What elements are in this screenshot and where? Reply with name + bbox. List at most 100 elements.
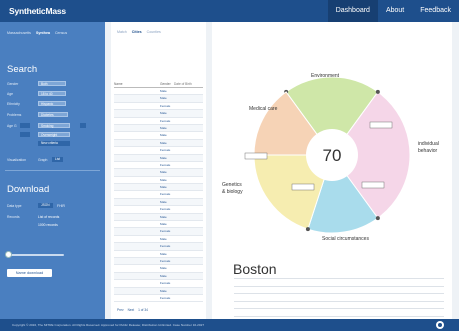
table-row[interactable]: Male <box>114 213 203 222</box>
table-row[interactable]: Male <box>114 272 203 281</box>
table-row[interactable]: Male <box>114 124 203 133</box>
stat-cell <box>234 279 264 286</box>
records-slider-handle[interactable] <box>5 251 12 258</box>
tab-match[interactable]: Match <box>117 30 127 34</box>
table-row[interactable]: Male <box>114 184 203 192</box>
patient-dob <box>174 118 203 124</box>
patient-gender: Male <box>160 96 167 101</box>
remove-criterion-button[interactable] <box>80 123 86 128</box>
pager-prev[interactable]: Prev <box>117 308 124 312</box>
patient-name <box>114 265 160 271</box>
age-group-toggle[interactable] <box>20 123 30 128</box>
data-type-fhir[interactable]: FHIR <box>57 204 65 208</box>
col-name[interactable]: Name <box>114 82 160 86</box>
tab-synthea[interactable]: Synthea <box>36 31 50 35</box>
pager: Prev Next 1 of 34 <box>117 308 148 312</box>
data-type-json[interactable]: JSON <box>38 203 53 208</box>
table-row[interactable]: Female <box>114 228 203 236</box>
tab-massachusetts[interactable]: Massachusetts <box>7 31 31 35</box>
patient-name <box>114 206 160 212</box>
viz-option-graph[interactable]: Graph <box>38 158 47 162</box>
nav-feedback[interactable]: Feedback <box>412 0 459 22</box>
overweight-select[interactable]: Overweight <box>38 132 70 137</box>
table-row[interactable]: Male <box>114 169 203 177</box>
patient-name <box>114 236 160 242</box>
table-row[interactable]: Female <box>114 103 203 111</box>
callout-box <box>361 181 385 189</box>
label-environment: Environment <box>311 73 340 79</box>
table-row[interactable]: Female <box>114 147 203 155</box>
patient-name <box>114 162 160 168</box>
callout-box <box>369 121 393 129</box>
age-select[interactable]: 18 to 40 <box>38 91 66 96</box>
table-row[interactable]: Female <box>114 295 203 303</box>
stat-cell <box>376 279 396 286</box>
stat-cell <box>416 302 444 309</box>
table-row[interactable]: Male <box>114 132 203 140</box>
table-row[interactable]: Female <box>114 206 203 214</box>
patient-name <box>114 251 160 257</box>
patient-dob <box>174 162 203 168</box>
table-row[interactable]: Male <box>114 95 203 103</box>
patient-dob <box>174 95 203 101</box>
nav-about[interactable]: About <box>378 0 412 22</box>
stat-cell <box>318 287 376 294</box>
patient-gender: Female <box>160 244 171 249</box>
field-label-age: Age <box>7 92 14 96</box>
label-social-circumstances: Social circumstances <box>322 236 369 242</box>
table-row[interactable]: Male <box>114 88 203 96</box>
pager-next[interactable]: Next <box>128 308 135 312</box>
col-gender[interactable]: Gender <box>160 82 174 86</box>
operator-toggle[interactable] <box>20 132 30 137</box>
stat-cell <box>416 279 444 286</box>
patient-gender: Male <box>160 288 167 293</box>
table-row[interactable]: Male <box>114 265 203 273</box>
patient-gender: Male <box>160 236 167 241</box>
table-row[interactable]: Female <box>114 191 203 199</box>
table-row[interactable]: Male <box>114 221 203 229</box>
tab-census[interactable]: Census <box>55 31 67 35</box>
stat-cell <box>376 287 396 294</box>
table-row[interactable]: Female <box>114 280 203 288</box>
table-row[interactable]: Female <box>114 162 203 170</box>
ethnicity-select[interactable]: Hispanic <box>38 101 66 106</box>
viz-option-list[interactable]: List <box>52 157 63 162</box>
table-row[interactable]: Male <box>114 287 203 295</box>
nav-dashboard[interactable]: Dashboard <box>327 0 378 22</box>
table-row[interactable]: Male <box>114 236 203 244</box>
patient-gender: Male <box>160 222 167 227</box>
table-row[interactable]: Male <box>114 110 203 118</box>
table-row[interactable]: Female <box>114 243 203 251</box>
brand-logo[interactable]: SyntheticMass <box>9 6 66 16</box>
problems-select[interactable]: Diabetes <box>38 112 68 117</box>
name-download-button[interactable]: Name download <box>7 269 52 277</box>
new-criteria-button[interactable]: New criteria <box>38 141 70 146</box>
gender-select[interactable]: Both <box>38 81 66 86</box>
stat-cell <box>318 302 376 309</box>
callout-box <box>291 183 315 191</box>
table-row[interactable]: Male <box>114 139 203 148</box>
github-icon[interactable] <box>436 321 444 329</box>
smoking-select[interactable]: Smoking <box>38 123 70 128</box>
tab-counties[interactable]: Counties <box>147 30 161 34</box>
patient-dob <box>174 191 203 197</box>
stat-cell <box>376 302 396 309</box>
records-value: List of records <box>38 215 60 219</box>
patient-dob <box>174 184 203 190</box>
health-factors-chart: 70 <box>244 76 411 234</box>
patient-dob <box>174 221 203 227</box>
table-row[interactable]: Male <box>114 198 203 207</box>
patient-gender: Male <box>160 125 167 130</box>
stat-cell <box>318 294 376 301</box>
patient-dob <box>174 214 203 220</box>
table-row[interactable]: Male <box>114 154 203 162</box>
records-slider-track[interactable] <box>8 254 64 256</box>
stat-cell <box>416 309 444 316</box>
col-dob[interactable]: Date of Birth <box>174 82 203 86</box>
table-row[interactable]: Male <box>114 251 203 258</box>
table-row[interactable]: Female <box>114 257 203 266</box>
patient-name <box>114 177 160 183</box>
tab-cities[interactable]: Cities <box>132 30 142 34</box>
table-row[interactable]: Female <box>114 118 203 125</box>
table-row[interactable]: Male <box>114 177 203 185</box>
